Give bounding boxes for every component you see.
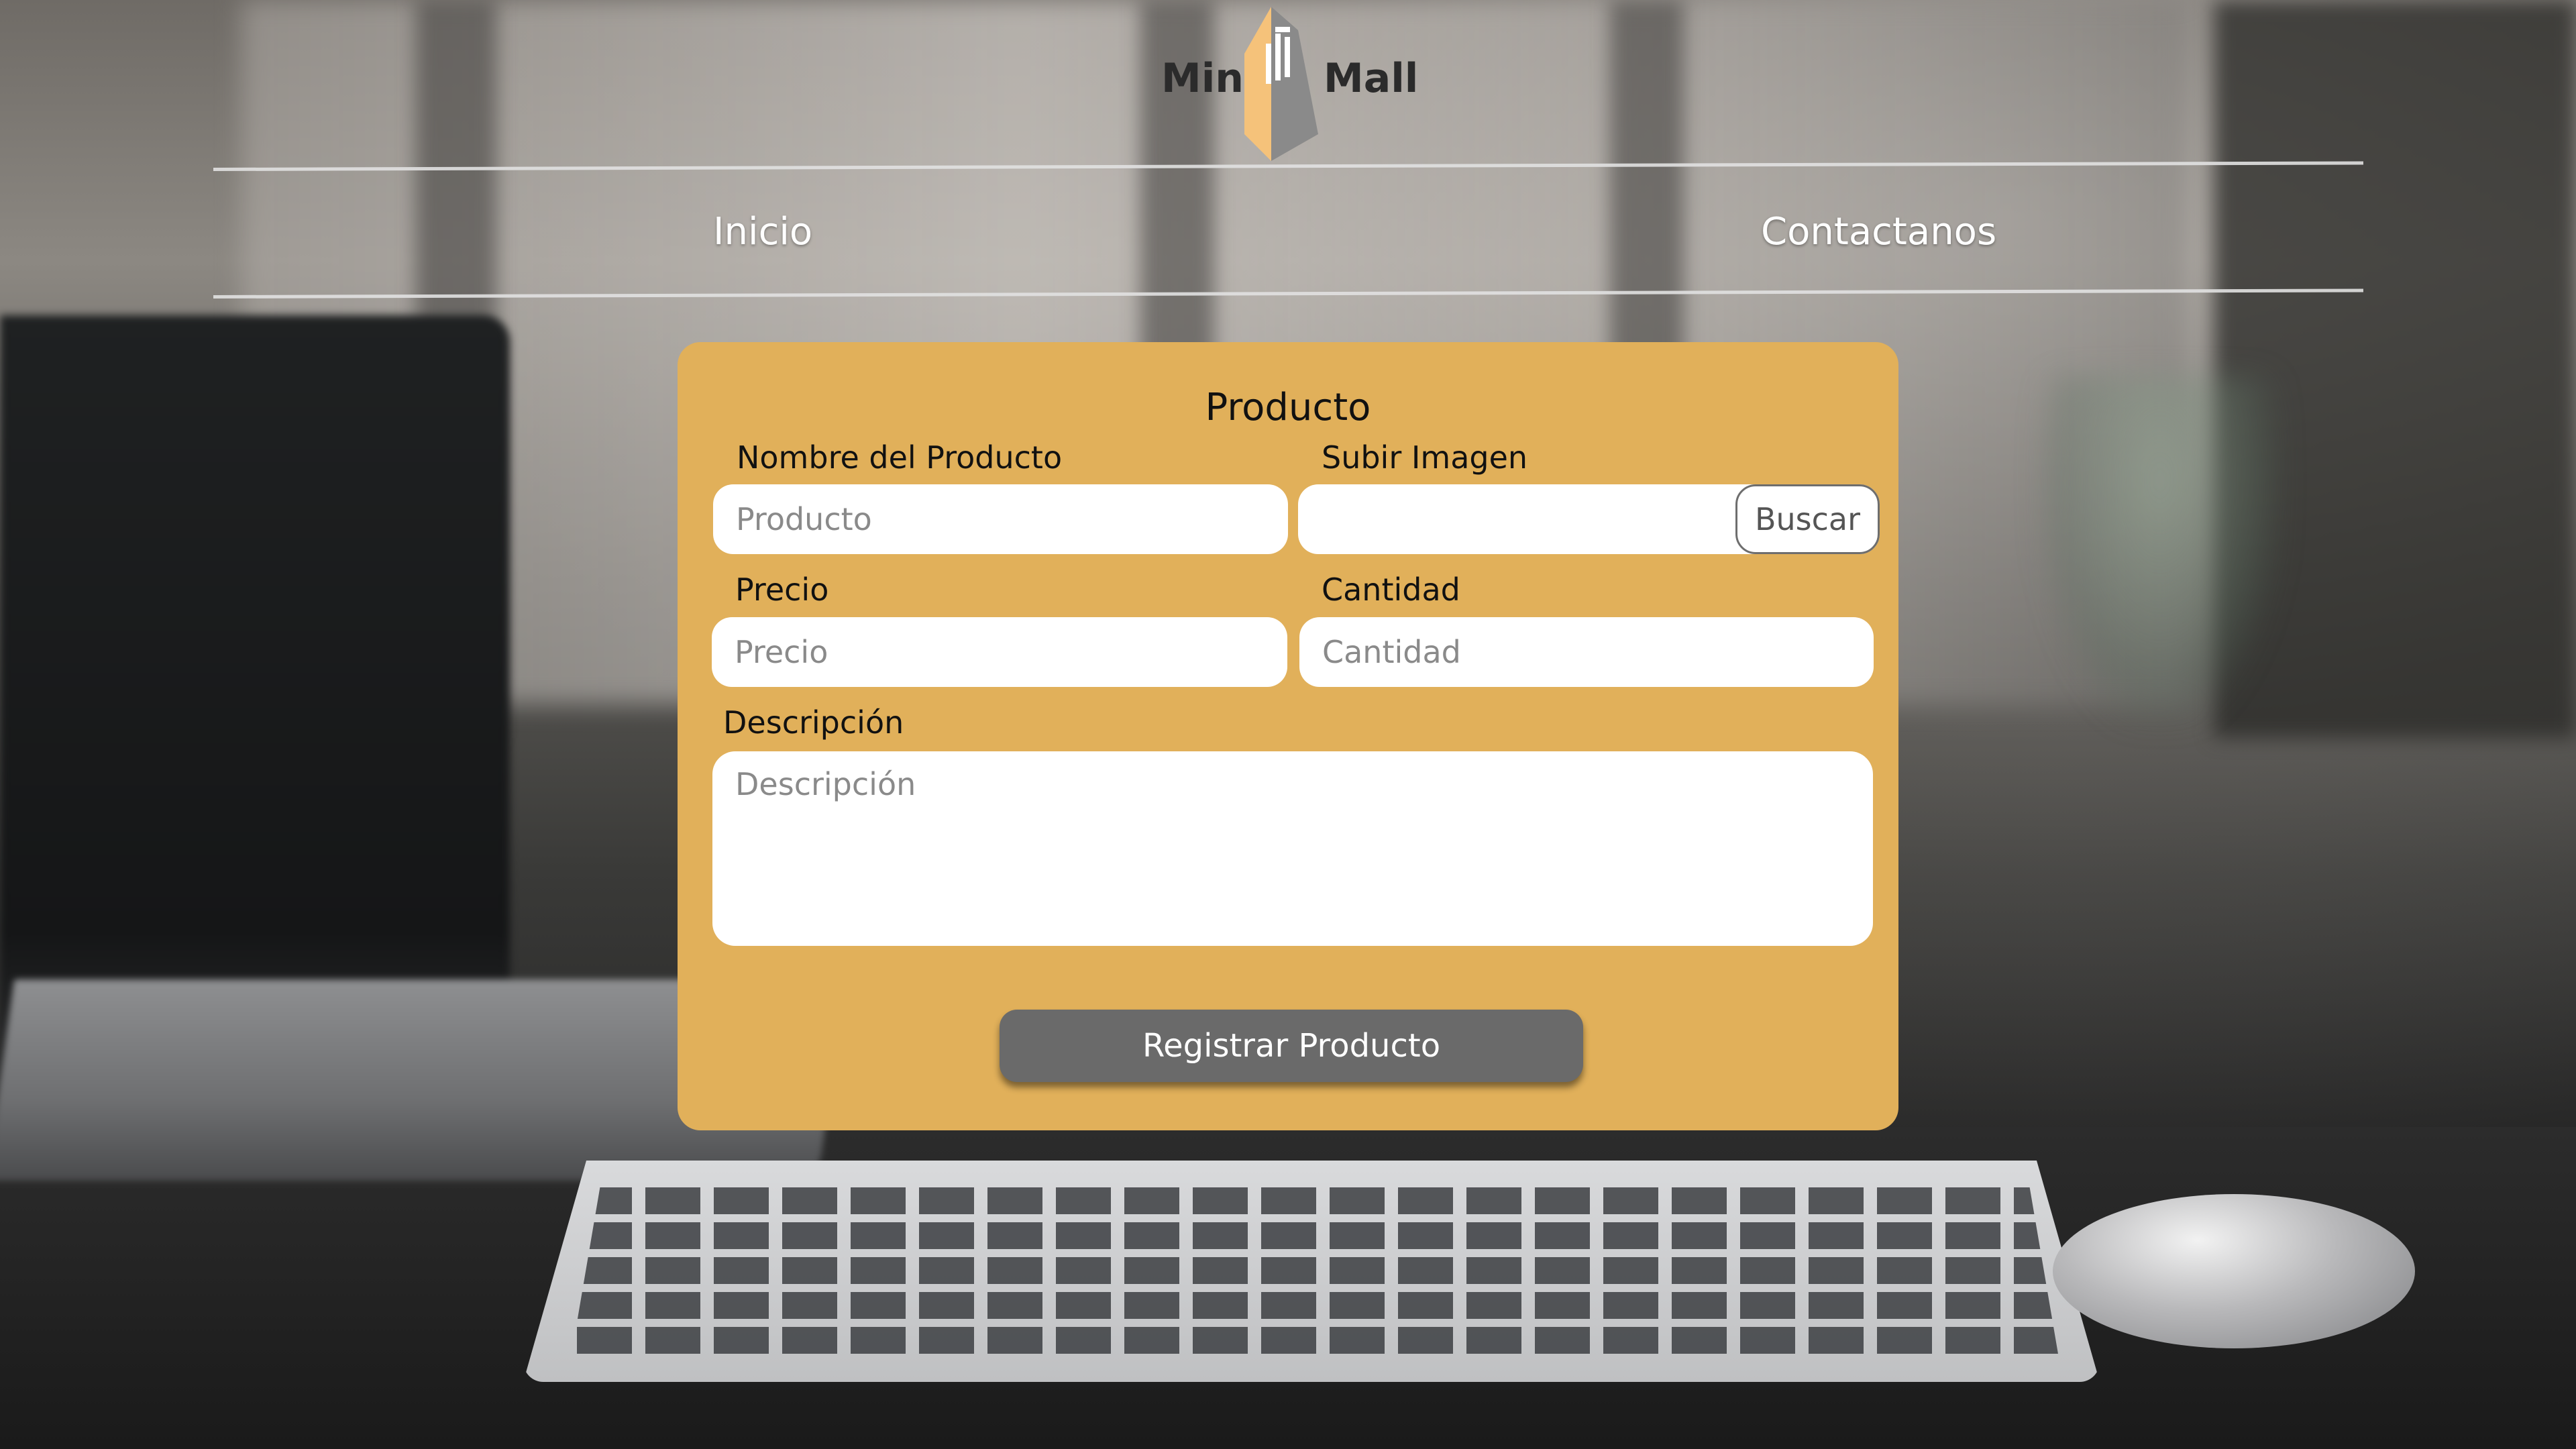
nav-link-inicio[interactable]: Inicio	[713, 210, 812, 254]
background-keyboard-keys	[570, 1187, 2059, 1362]
background-glass	[2039, 376, 2281, 724]
quantity-label: Cantidad	[1322, 572, 1460, 608]
price-label: Precio	[735, 572, 829, 608]
nav-link-contactanos[interactable]: Contactanos	[1761, 210, 1996, 254]
description-label: Descripción	[723, 704, 904, 741]
background-mouse	[2053, 1194, 2415, 1348]
image-file-input[interactable]: Buscar	[1298, 484, 1880, 554]
site-logo[interactable]: Mini Mall	[1157, 7, 1418, 161]
logo-word-right: Mall	[1324, 55, 1419, 102]
page-background: Mini Mall Inicio Contactanos Producto No…	[0, 0, 2576, 1449]
quantity-input[interactable]	[1299, 617, 1874, 687]
browse-button[interactable]: Buscar	[1735, 484, 1880, 554]
form-title: Producto	[1205, 386, 1371, 429]
price-input[interactable]	[712, 617, 1287, 687]
description-textarea[interactable]	[712, 751, 1873, 946]
background-laptop-screen	[0, 315, 510, 1087]
product-form: Producto Nombre del Producto Subir Image…	[678, 342, 1898, 1130]
product-name-input[interactable]	[713, 484, 1288, 554]
product-name-label: Nombre del Producto	[737, 439, 1063, 476]
register-product-button[interactable]: Registrar Producto	[1000, 1010, 1583, 1082]
upload-image-label: Subir Imagen	[1322, 439, 1528, 476]
building-logo-icon	[1244, 7, 1318, 161]
